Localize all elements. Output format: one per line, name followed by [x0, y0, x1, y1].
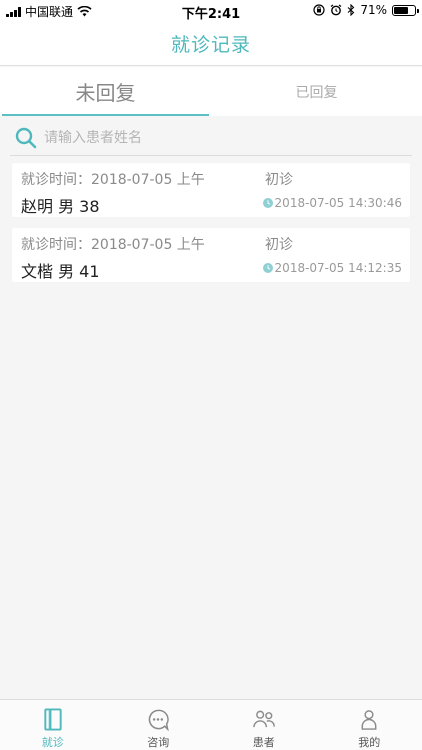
record-card[interactable]: 就诊时间：2018-07-05 上午 初诊 赵明 男 38 2018-07-05… [12, 163, 410, 217]
battery-percent: 71% [360, 3, 387, 17]
orientation-lock-icon [313, 4, 325, 16]
tabbar-item-patients[interactable]: 患者 [211, 700, 317, 750]
battery-icon [392, 4, 419, 16]
tab-replied-label: 已回复 [295, 84, 338, 101]
search-bar [10, 120, 412, 156]
search-icon[interactable] [14, 126, 38, 150]
page-title: 就诊记录 [170, 34, 251, 56]
patient-info: 文楷 男 41 [21, 262, 100, 281]
tab-unreplied[interactable]: 未回复 [0, 67, 211, 116]
visit-type: 初诊 [265, 172, 293, 188]
bottom-tab-bar: 就诊 咨询 患者 我的 [0, 699, 422, 750]
created-time-text: 2018-07-05 14:30:46 [274, 196, 402, 210]
created-time-text: 2018-07-05 14:12:35 [274, 261, 402, 275]
status-right: 71% [313, 3, 419, 17]
tabbar-item-profile[interactable]: 我的 [317, 700, 422, 750]
created-time: 2018-07-05 14:12:35 [262, 261, 402, 275]
reply-tabs: 未回复 已回复 [0, 67, 422, 116]
visit-time: 就诊时间：2018-07-05 上午 [21, 172, 205, 188]
record-card[interactable]: 就诊时间：2018-07-05 上午 初诊 文楷 男 41 2018-07-05… [12, 228, 410, 282]
profile-icon [361, 710, 377, 730]
clinic-icon [44, 708, 62, 731]
status-bar: 中国联通 下午2:41 71% [0, 0, 422, 22]
alarm-icon [330, 4, 342, 16]
tab-unreplied-label: 未回复 [75, 81, 136, 105]
patient-search-input[interactable] [44, 129, 384, 146]
nav-bar: 就诊记录 [0, 22, 422, 66]
created-time: 2018-07-05 14:30:46 [262, 196, 402, 210]
bluetooth-icon [347, 4, 355, 16]
patient-info: 赵明 男 38 [21, 197, 100, 216]
visit-type: 初诊 [265, 237, 293, 253]
tabbar-item-clinic[interactable]: 就诊 [0, 700, 106, 750]
tabbar-label: 我的 [358, 736, 381, 749]
tab-replied[interactable]: 已回复 [211, 67, 422, 116]
tabbar-item-consult[interactable]: 咨询 [106, 700, 212, 750]
clock-icon [262, 263, 273, 273]
clock-icon [262, 198, 273, 208]
tabbar-label: 患者 [252, 736, 275, 749]
visit-time: 就诊时间：2018-07-05 上午 [21, 237, 205, 253]
tabbar-label: 就诊 [41, 736, 64, 749]
chat-icon [149, 709, 170, 731]
tabbar-label: 咨询 [147, 736, 170, 749]
patients-icon [252, 710, 275, 728]
